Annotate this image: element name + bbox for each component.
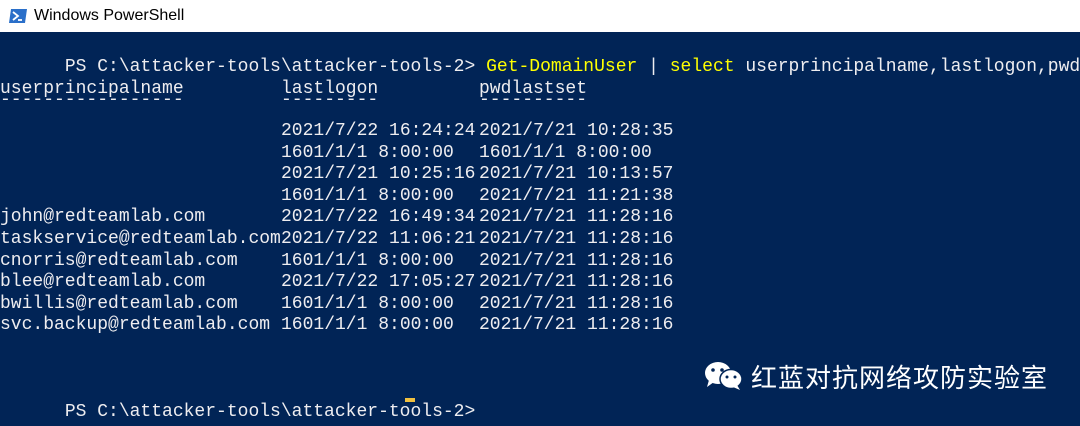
cell-userprincipalname: john@redteamlab.com <box>0 207 206 228</box>
final-prompt: PS C:\attacker-tools\attacker-tools-2> <box>64 402 487 422</box>
cell-pwdlastset: 2021/7/21 11:28:16 <box>479 250 674 271</box>
cell-userprincipalname: cnorris@redteamlab.com <box>0 250 238 271</box>
cell-pwdlastset: 2021/7/21 10:13:57 <box>479 164 674 185</box>
cmdlet-text: Get-DomainUser <box>486 57 638 77</box>
cell-userprincipalname: taskservice@redteamlab.com <box>0 229 281 249</box>
title-bar[interactable]: Windows PowerShell <box>0 0 1080 32</box>
watermark: 红蓝对抗网络攻防实验室 <box>703 356 1048 396</box>
cell-pwdlastset: 2021/7/21 11:28:16 <box>479 229 674 249</box>
cell-lastlogon: 2021/7/22 11:06:21 <box>281 229 476 249</box>
window-title: Windows PowerShell <box>34 7 185 24</box>
cell-pwdlastset: 2021/7/21 11:28:16 <box>479 315 674 336</box>
cell-lastlogon: 2021/7/22 16:24:24 <box>281 121 476 141</box>
cell-userprincipalname: svc.backup@redteamlab.com <box>0 315 271 336</box>
select-keyword: select <box>669 57 735 77</box>
cell-lastlogon: 1601/1/1 8:00:00 <box>281 293 454 314</box>
header-underline: --------- <box>281 90 379 110</box>
cell-lastlogon: 2021/7/22 17:05:27 <box>281 272 476 293</box>
header-underline: ---------- <box>479 90 588 110</box>
text-cursor <box>405 398 415 402</box>
cell-userprincipalname: bwillis@redteamlab.com <box>0 293 238 314</box>
cell-pwdlastset: 2021/7/21 11:28:16 <box>479 293 674 314</box>
powershell-icon <box>9 9 27 23</box>
cell-pwdlastset: 1601/1/1 8:00:00 <box>479 142 652 163</box>
pipe-text: | <box>637 57 670 77</box>
cell-pwdlastset: 2021/7/21 10:28:35 <box>479 121 674 141</box>
header-underline: ----------------- <box>0 90 184 110</box>
select-arguments: userprincipalname,lastlogon,pwdlastset <box>745 57 1080 77</box>
powershell-window: Windows PowerShell PS C:\attacker-tools\… <box>0 0 1080 426</box>
cell-lastlogon: 1601/1/1 8:00:00 <box>281 185 454 206</box>
cell-lastlogon: 1601/1/1 8:00:00 <box>281 142 454 163</box>
cell-lastlogon: 2021/7/22 16:49:34 <box>281 207 476 228</box>
watermark-text: 红蓝对抗网络攻防实验室 <box>751 363 1049 394</box>
cell-lastlogon: 2021/7/21 10:25:16 <box>281 164 476 185</box>
prompt-path: PS C:\attacker-tools\attacker-tools-2> <box>64 57 487 77</box>
command-line: PS C:\attacker-tools\attacker-tools-2> G… <box>0 34 1080 77</box>
cell-lastlogon: 1601/1/1 8:00:00 <box>281 315 454 336</box>
cell-pwdlastset: 2021/7/21 11:21:38 <box>479 185 674 206</box>
cell-userprincipalname: blee@redteamlab.com <box>0 272 206 293</box>
wechat-icon <box>705 362 743 390</box>
cell-pwdlastset: 2021/7/21 11:28:16 <box>479 272 674 293</box>
cell-lastlogon: 1601/1/1 8:00:00 <box>281 250 454 271</box>
cell-pwdlastset: 2021/7/21 11:28:16 <box>479 207 674 228</box>
